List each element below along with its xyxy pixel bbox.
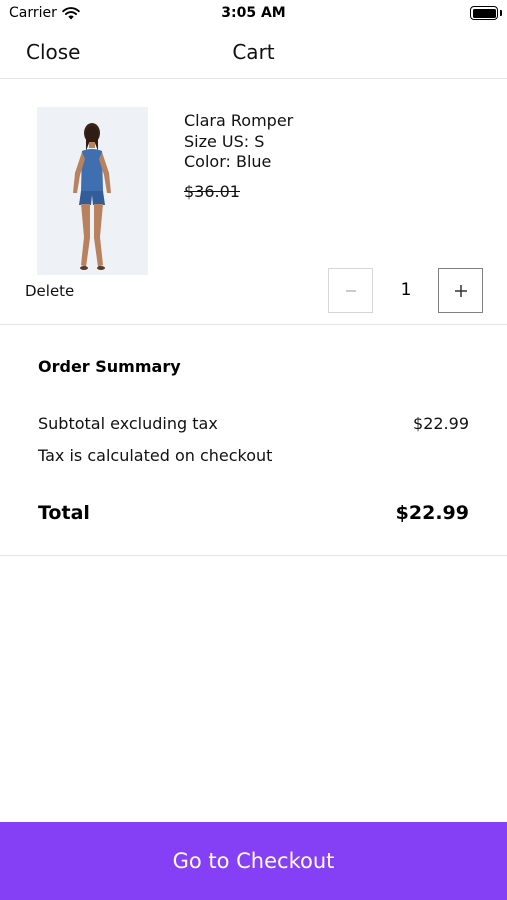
delete-button[interactable]: Delete xyxy=(25,282,74,300)
battery-tip xyxy=(500,10,502,16)
total-label: Total xyxy=(38,502,90,524)
status-bar: Carrier 3:05 AM xyxy=(0,0,507,28)
clock: 3:05 AM xyxy=(221,5,286,21)
subtotal-label: Subtotal excluding tax xyxy=(38,414,218,433)
product-image xyxy=(37,107,148,275)
nav-bar: Close Cart xyxy=(0,28,507,79)
close-button[interactable]: Close xyxy=(26,40,80,64)
cart-item: Clara Romper Size US: S Color: Blue $36.… xyxy=(0,79,507,325)
product-photo xyxy=(37,107,148,275)
summary-heading: Order Summary xyxy=(38,357,181,376)
product-price: $36.01 xyxy=(184,182,240,201)
tax-note: Tax is calculated on checkout xyxy=(38,446,273,465)
order-summary: Order Summary Subtotal excluding tax $22… xyxy=(0,325,507,556)
increase-quantity-button[interactable] xyxy=(438,268,483,313)
checkout-button[interactable]: Go to Checkout xyxy=(0,822,507,900)
product-name: Clara Romper xyxy=(184,111,294,130)
subtotal-value: $22.99 xyxy=(413,414,469,433)
decrease-quantity-button[interactable] xyxy=(328,268,373,313)
total-value: $22.99 xyxy=(395,502,469,524)
battery-icon xyxy=(470,6,498,20)
checkout-label: Go to Checkout xyxy=(172,849,335,873)
minus-icon xyxy=(345,289,356,292)
plus-icon xyxy=(454,284,467,297)
product-size: Size US: S xyxy=(184,132,265,151)
quantity-value: 1 xyxy=(400,280,412,300)
product-color: Color: Blue xyxy=(184,152,272,171)
